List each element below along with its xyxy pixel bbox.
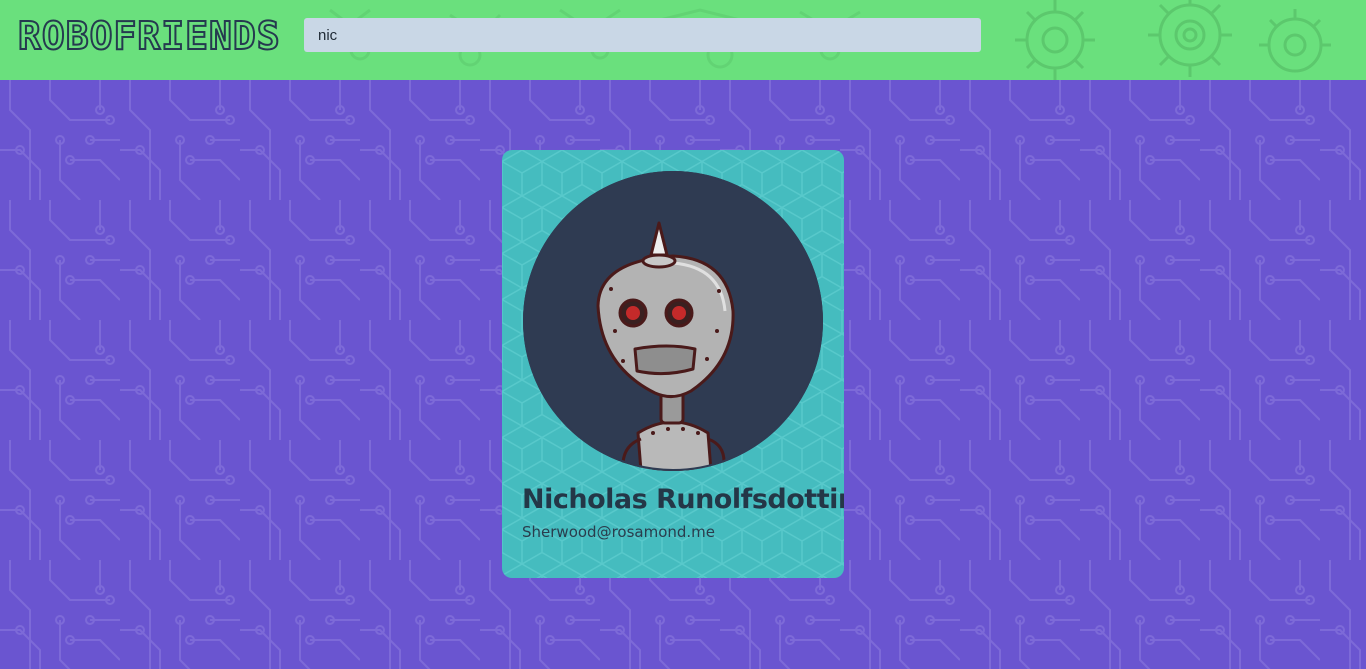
robot-avatar-icon (523, 171, 823, 471)
search-input[interactable] (304, 18, 981, 52)
top-bar: ROBOFRIENDS (0, 0, 1366, 80)
app-logo: ROBOFRIENDS (17, 13, 281, 59)
robot-card[interactable]: Nicholas Runolfsdottir V Sherwood@rosamo… (502, 150, 844, 578)
robot-email: Sherwood@rosamond.me (522, 523, 716, 541)
robot-name: Nicholas Runolfsdottir V (522, 484, 844, 515)
